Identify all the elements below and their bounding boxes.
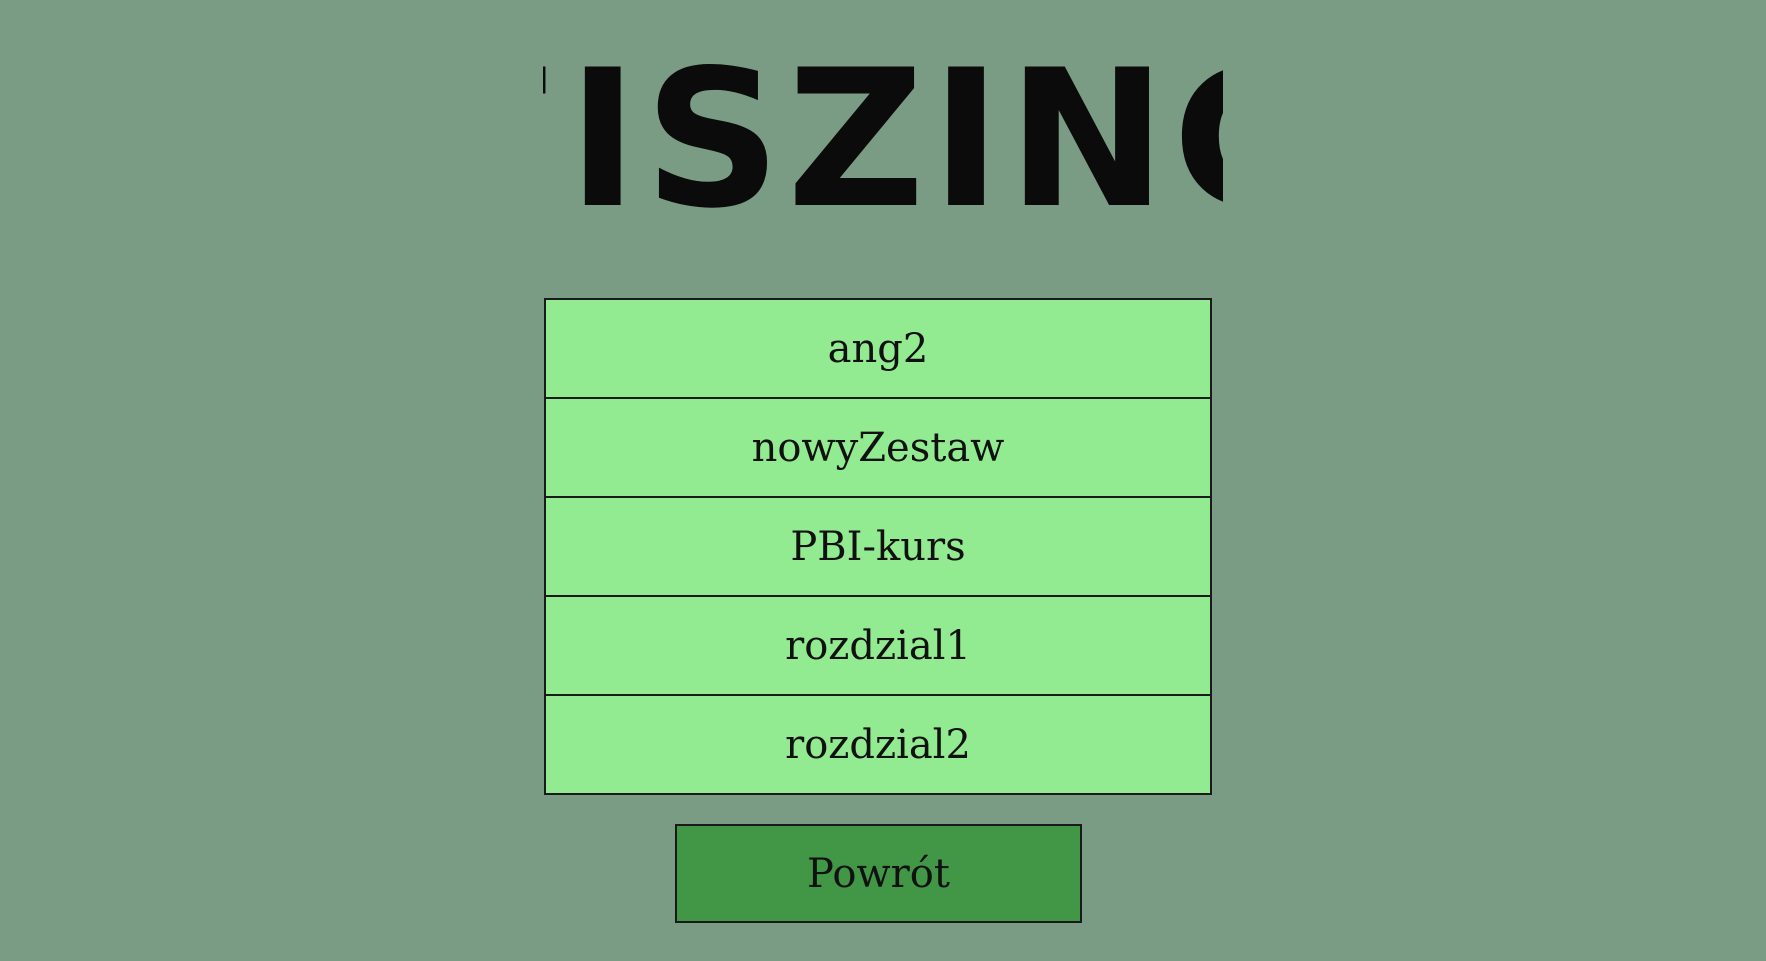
set-item-ang2[interactable]: ang2	[546, 300, 1210, 399]
set-item-rozdzial1[interactable]: rozdzial1	[546, 597, 1210, 696]
app-title-graphic: FISZING	[543, 40, 1223, 230]
set-list: ang2 nowyZestaw PBI-kurs rozdzial1 rozdz…	[544, 298, 1212, 795]
back-button[interactable]: Powrót	[675, 824, 1082, 923]
set-item-nowyzestaw[interactable]: nowyZestaw	[546, 399, 1210, 498]
set-item-pbi-kurs[interactable]: PBI-kurs	[546, 498, 1210, 597]
app-title: FISZING	[543, 40, 1223, 230]
set-item-rozdzial2[interactable]: rozdzial2	[546, 696, 1210, 793]
app-logo: FISZING	[0, 40, 1766, 240]
